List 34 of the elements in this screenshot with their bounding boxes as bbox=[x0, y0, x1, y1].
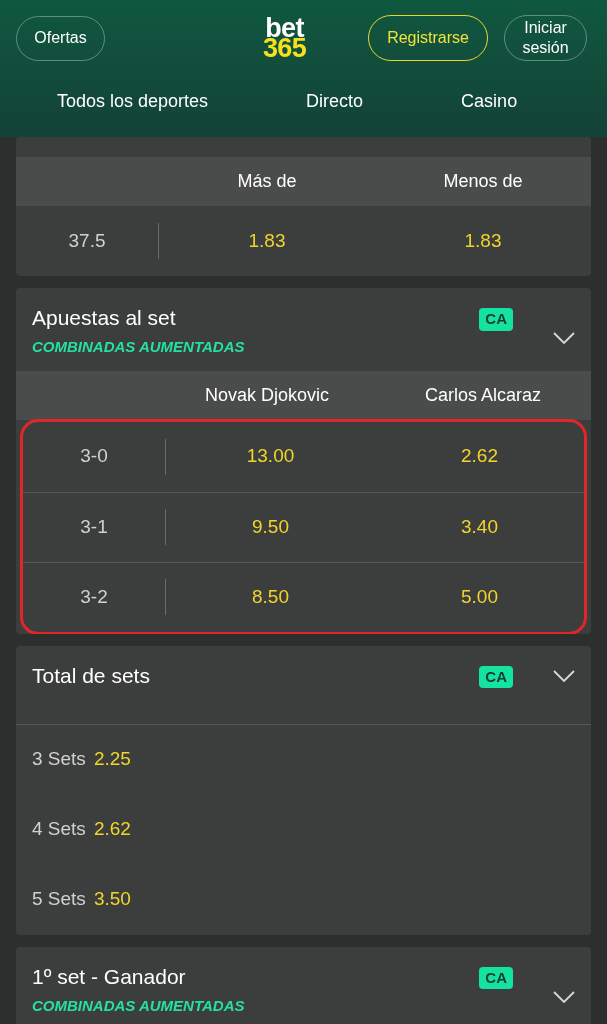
market-subtitle: COMBINADAS AUMENTADAS bbox=[32, 995, 246, 1016]
ca-badge: CA bbox=[479, 966, 513, 989]
logo: bet 365 bbox=[263, 18, 307, 58]
row-label: 3-2 bbox=[79, 584, 109, 609]
row-label: 3-1 bbox=[79, 514, 109, 539]
row-label: 3-0 bbox=[79, 444, 109, 469]
column-header: Menos de bbox=[442, 170, 524, 193]
odds-button[interactable]: 1.83 bbox=[159, 206, 375, 276]
odds-button[interactable]: 13.00 bbox=[166, 421, 375, 492]
column-header: Más de bbox=[236, 170, 298, 193]
odds-button[interactable]: 3.40 bbox=[375, 492, 584, 562]
odds-button[interactable]: 1.83 bbox=[375, 206, 591, 276]
nav-link[interactable]: Todos los deportes bbox=[57, 88, 209, 115]
column-header: Carlos Alcaraz bbox=[423, 383, 542, 407]
odds-button[interactable]: 9.50 bbox=[166, 492, 375, 562]
market-subtitle: COMBINADAS AUMENTADAS bbox=[32, 337, 246, 357]
nav-link[interactable]: Directo bbox=[306, 88, 364, 115]
column-header: Novak Djokovic bbox=[203, 383, 330, 407]
ca-badge: CA bbox=[479, 308, 513, 331]
market-title: Total de sets bbox=[32, 662, 151, 689]
chevron-down-icon[interactable] bbox=[553, 990, 575, 1003]
market-title: 1º set - Ganador bbox=[32, 963, 187, 990]
ca-badge: CA bbox=[479, 665, 513, 688]
odds-button[interactable]: 5.00 bbox=[375, 562, 584, 632]
market-title: Apuestas al set bbox=[32, 305, 177, 331]
chevron-down-icon[interactable] bbox=[553, 332, 575, 344]
odds-option[interactable]: 3 Sets 2.25 bbox=[16, 724, 147, 795]
nav-link[interactable]: Casino bbox=[461, 88, 518, 115]
chevron-down-icon[interactable] bbox=[553, 669, 575, 682]
odds-button[interactable]: 2.62 bbox=[375, 421, 584, 492]
odds-option[interactable]: 5 Sets 3.50 bbox=[16, 864, 147, 935]
odds-option[interactable]: 4 Sets 2.62 bbox=[16, 794, 147, 865]
row-label: 37.5 bbox=[67, 228, 107, 253]
odds-button[interactable]: 8.50 bbox=[166, 562, 375, 632]
